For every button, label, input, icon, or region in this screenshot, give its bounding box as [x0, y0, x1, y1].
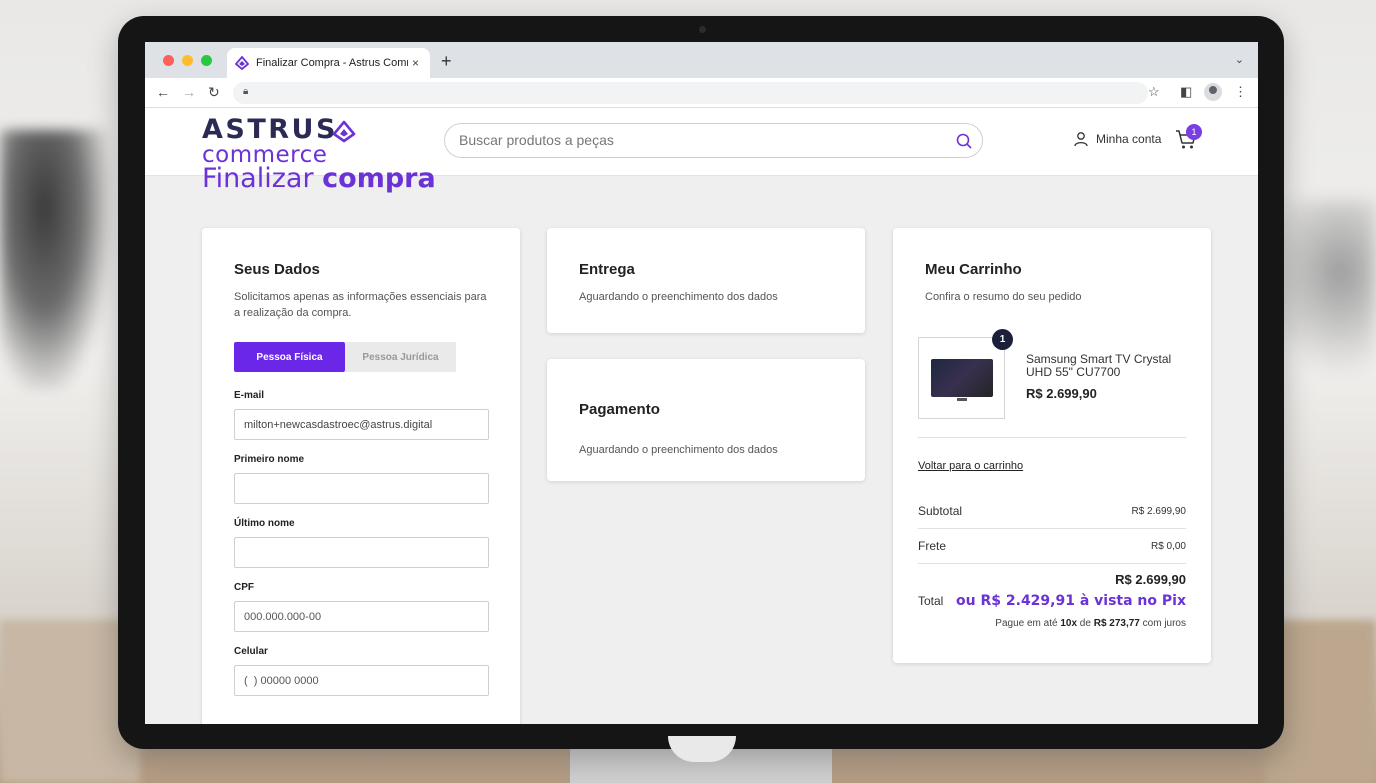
delivery-title: Entrega [579, 261, 635, 278]
installments-count: 10x [1060, 618, 1078, 629]
back-to-cart-link[interactable]: Voltar para o carrinho [918, 460, 1023, 472]
pessoa-juridica-button[interactable]: Pessoa Jurídica [345, 342, 456, 372]
subtotal-value: R$ 2.699,90 [1131, 505, 1187, 517]
window-controls [163, 55, 212, 66]
installments-suffix: com juros [1139, 618, 1186, 629]
product-thumbnail[interactable] [918, 337, 1005, 419]
browser-menu-icon[interactable]: ⋮ [1234, 84, 1247, 100]
total-label: Total [918, 594, 944, 608]
browser-tab-active[interactable]: Finalizar Compra - Astrus Commerce × [227, 48, 430, 78]
installments-value: R$ 273,77 [1093, 618, 1140, 629]
logo-wordmark-top: ASTRUS [202, 114, 338, 145]
email-field[interactable] [234, 409, 489, 440]
profile-avatar-icon[interactable] [1204, 83, 1222, 104]
person-type-toggle: Pessoa Física Pessoa Jurídica [234, 342, 488, 372]
phone-label: Celular [234, 646, 268, 657]
user-icon [1074, 132, 1088, 147]
installments-info: Pague em até 10x de R$ 273,77 com juros [995, 618, 1186, 629]
pessoa-fisica-button[interactable]: Pessoa Física [234, 342, 345, 372]
tab-title: Finalizar Compra - Astrus Commerce [256, 57, 408, 69]
phone-field[interactable] [234, 665, 489, 696]
page-title-bold: compra [322, 163, 436, 194]
delivery-card: Entrega Aguardando o preenchimento dos d… [547, 228, 865, 333]
camera-dot [699, 26, 706, 33]
cart-item: 1 Samsung Smart TV Crystal UHD 55" CU770… [918, 329, 1186, 421]
astrus-favicon-icon [235, 56, 249, 70]
tv-image [930, 359, 993, 401]
account-link[interactable]: Minha conta [1073, 131, 1161, 147]
minimize-window-button[interactable] [182, 55, 193, 66]
reload-icon[interactable]: ↻ [208, 84, 220, 101]
last-name-label: Último nome [234, 518, 295, 529]
close-window-button[interactable] [163, 55, 174, 66]
close-tab-icon[interactable]: × [412, 56, 419, 70]
browser-tabbar: Finalizar Compra - Astrus Commerce × + ⌄ [145, 42, 1258, 78]
search-icon[interactable] [955, 132, 973, 150]
lock-icon: 🔒︎ [243, 86, 249, 97]
shipping-label: Frete [918, 539, 947, 553]
tab-search-chevron-icon[interactable]: ⌄ [1235, 53, 1244, 66]
back-arrow-icon[interactable]: ← [156, 84, 170, 100]
total-block: Total R$ 2.699,90 ou R$ 2.429,91 à vista… [918, 564, 1186, 644]
search-input[interactable] [459, 132, 939, 148]
background-lamp [0, 130, 110, 390]
personal-data-title: Seus Dados [234, 261, 320, 278]
maximize-window-button[interactable] [201, 55, 212, 66]
cart-title: Meu Carrinho [925, 261, 1022, 278]
cpf-field[interactable] [234, 601, 489, 632]
personal-data-card: Seus Dados Solicitamos apenas as informa… [202, 228, 520, 724]
divider [918, 437, 1186, 438]
page-title: Finalizar compra [202, 160, 436, 194]
shipping-value: R$ 0,00 [1150, 540, 1186, 552]
payment-title: Pagamento [579, 401, 660, 418]
installments-prefix: Pague em até [995, 618, 1061, 629]
account-label: Minha conta [1096, 132, 1162, 146]
address-bar[interactable]: 🔒︎ [233, 82, 1148, 104]
forward-arrow-icon[interactable]: → [182, 84, 196, 100]
total-value: R$ 2.699,90 [1115, 572, 1186, 587]
new-tab-button[interactable]: + [441, 51, 452, 72]
first-name-label: Primeiro nome [234, 454, 305, 465]
personal-data-subtitle: Solicitamos apenas as informações essenc… [234, 291, 487, 319]
delivery-status: Aguardando o preenchimento dos dados [579, 291, 778, 303]
browser-toolbar: ← → ↻ 🔒︎ ☆ ◧ ⋮ [145, 78, 1258, 108]
screen: Finalizar Compra - Astrus Commerce × + ⌄… [145, 42, 1258, 724]
subtotal-label: Subtotal [918, 504, 963, 518]
bookmark-star-icon[interactable]: ☆ [1148, 84, 1160, 100]
last-name-field[interactable] [234, 537, 489, 568]
first-name-field[interactable] [234, 473, 489, 504]
logo-mark-icon [332, 120, 356, 143]
cart-summary-card: Meu Carrinho Confira o resumo do seu ped… [893, 228, 1211, 663]
pix-price: ou R$ 2.429,91 à vista no Pix [956, 593, 1186, 609]
cpf-label: CPF [234, 582, 254, 593]
side-panel-icon[interactable]: ◧ [1180, 84, 1192, 100]
installments-mid: de [1077, 618, 1094, 629]
item-quantity-badge: 1 [992, 329, 1013, 350]
shipping-row: Frete R$ 0,00 [918, 529, 1186, 564]
product-name: Samsung Smart TV Crystal UHD 55" CU7700 [1026, 352, 1172, 379]
payment-status: Aguardando o preenchimento dos dados [579, 444, 778, 456]
product-price: R$ 2.699,90 [1026, 386, 1097, 401]
subtotal-row: Subtotal R$ 2.699,90 [918, 494, 1186, 529]
search-bar [444, 123, 983, 158]
cart-subtitle: Confira o resumo do seu pedido [925, 291, 1082, 303]
email-label: E-mail [234, 390, 265, 401]
payment-card: Pagamento Aguardando o preenchimento dos… [547, 359, 865, 481]
page-title-light: Finalizar [202, 163, 323, 194]
astrus-logo[interactable]: ASTRUS commerce [202, 114, 356, 167]
cart-count-badge: 1 [1186, 124, 1202, 140]
